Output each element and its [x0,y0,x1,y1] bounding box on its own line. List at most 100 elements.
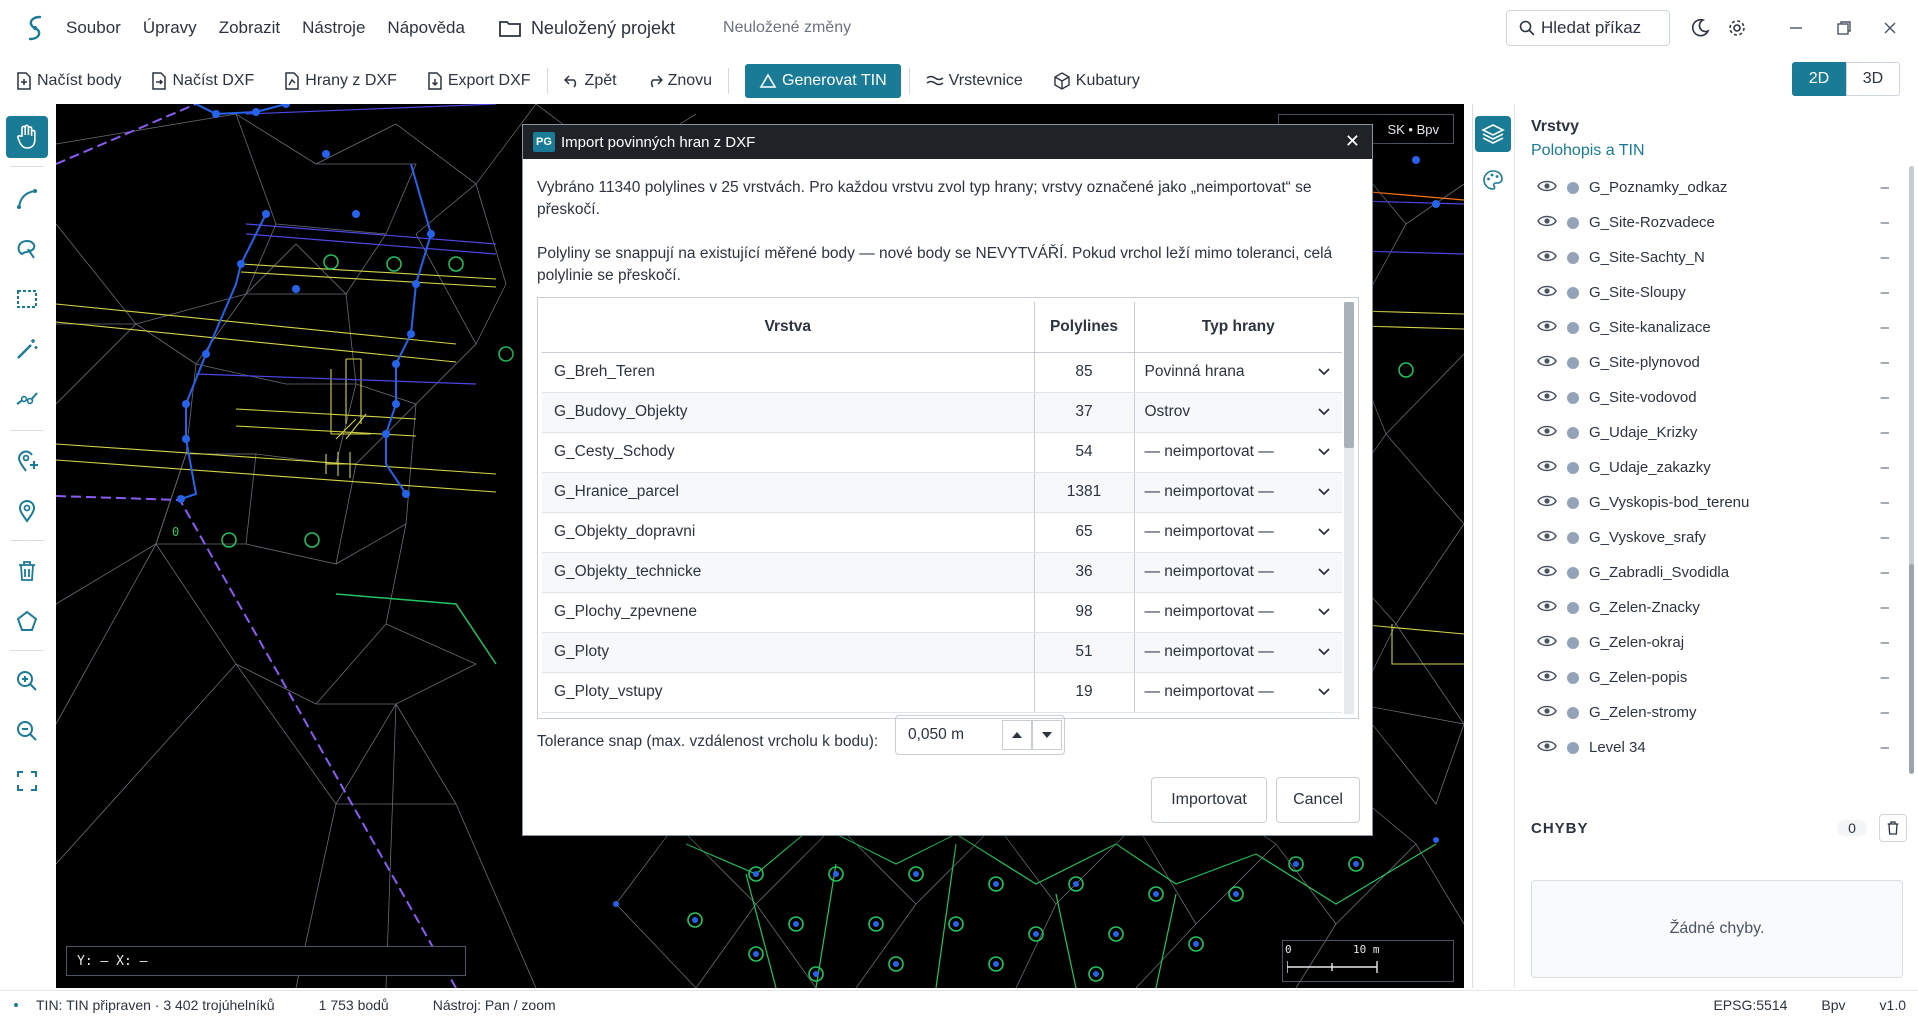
eye-visibility-icon[interactable] [1537,459,1559,477]
zoom-in-icon[interactable] [6,660,48,702]
maximize-icon[interactable] [1832,16,1856,40]
settings-gear-icon[interactable] [1725,16,1749,40]
menu-nastroje[interactable]: Nástroje [302,18,365,38]
view-3d-button[interactable]: 3D [1846,62,1900,96]
layer-item[interactable]: G_Site-kanalizace – [1537,310,1899,345]
layer-color-swatch[interactable] [1567,636,1579,649]
layer-collapse-dash[interactable]: – [1881,564,1889,581]
eye-visibility-icon[interactable] [1537,354,1559,372]
generate-tin-button[interactable]: Generovat TIN [745,64,901,98]
load-dxf-button[interactable]: Načíst DXF [151,64,254,98]
layer-collapse-dash[interactable]: – [1881,424,1889,441]
layer-item[interactable]: G_Site-Sachty_N – [1537,240,1899,275]
menu-napoveda[interactable]: Nápověda [387,18,465,38]
layer-color-swatch[interactable] [1567,671,1579,684]
layer-color-swatch[interactable] [1567,426,1579,439]
layer-color-swatch[interactable] [1567,216,1579,229]
layer-collapse-dash[interactable]: – [1881,669,1889,686]
eye-visibility-icon[interactable] [1537,389,1559,407]
layer-collapse-dash[interactable]: – [1881,214,1889,231]
eye-visibility-icon[interactable] [1537,564,1559,582]
layer-color-swatch[interactable] [1567,741,1579,754]
clear-errors-trash-icon[interactable] [1879,814,1907,842]
layer-collapse-dash[interactable]: – [1881,389,1889,406]
edges-from-dxf-button[interactable]: Hrany z DXF [284,64,397,98]
eye-visibility-icon[interactable] [1537,319,1559,337]
layer-color-swatch[interactable] [1567,706,1579,719]
contours-button[interactable]: Vrstevnice [926,64,1023,98]
layer-collapse-dash[interactable]: – [1881,739,1889,756]
export-dxf-button[interactable]: Export DXF [427,64,531,98]
eye-visibility-icon[interactable] [1537,704,1559,722]
redo-button[interactable]: Znovu [647,64,712,98]
layer-scrollbar-thumb[interactable] [1909,564,1914,774]
eye-visibility-icon[interactable] [1537,739,1559,757]
eye-visibility-icon[interactable] [1537,214,1559,232]
layer-collapse-dash[interactable]: – [1881,634,1889,651]
layers-icon[interactable] [1475,116,1511,152]
layer-collapse-dash[interactable]: – [1881,249,1889,266]
point-marker-icon[interactable] [6,490,48,532]
magic-wand-icon[interactable] [6,328,48,370]
layer-item[interactable]: G_Poznamky_odkaz – [1537,170,1899,205]
close-window-icon[interactable] [1878,16,1902,40]
layer-color-swatch[interactable] [1567,391,1579,404]
fit-extent-icon[interactable] [6,760,48,802]
layer-color-swatch[interactable] [1567,461,1579,474]
layer-item[interactable]: G_Site-Rozvadece – [1537,205,1899,240]
add-point-icon[interactable] [6,440,48,482]
dark-mode-icon[interactable] [1688,16,1712,40]
eye-visibility-icon[interactable] [1537,634,1559,652]
edge-type-select[interactable]: Ostrov [1134,392,1342,433]
eye-visibility-icon[interactable] [1537,529,1559,547]
eye-visibility-icon[interactable] [1537,284,1559,302]
layer-color-swatch[interactable] [1567,496,1579,509]
eye-visibility-icon[interactable] [1537,179,1559,197]
edge-type-select[interactable]: Povinná hrana [1134,352,1342,393]
spin-up-icon[interactable] [1002,720,1032,750]
menu-upravy[interactable]: Úpravy [143,18,197,38]
rectangle-select-icon[interactable] [6,278,48,320]
layer-collapse-dash[interactable]: – [1881,179,1889,196]
layer-color-swatch[interactable] [1567,601,1579,614]
layer-color-swatch[interactable] [1567,286,1579,299]
palette-icon[interactable] [1475,162,1511,198]
edge-type-select[interactable]: — neimportovat — [1134,552,1342,593]
layer-collapse-dash[interactable]: – [1881,319,1889,336]
polyline-draw-icon[interactable] [6,178,48,220]
edge-type-select[interactable]: — neimportovat — [1134,432,1342,473]
view-2d-button[interactable]: 2D [1792,62,1846,96]
spin-down-icon[interactable] [1032,720,1062,750]
layer-scrollbar-track[interactable] [1909,166,1914,574]
import-button[interactable]: Importovat [1151,777,1267,823]
layer-color-swatch[interactable] [1567,321,1579,334]
layer-color-swatch[interactable] [1567,181,1579,194]
cancel-button[interactable]: Cancel [1276,777,1360,823]
volumes-button[interactable]: Kubatury [1053,64,1140,98]
layer-collapse-dash[interactable]: – [1881,459,1889,476]
edge-type-select[interactable]: — neimportovat — [1134,672,1342,713]
layer-item[interactable]: G_Zabradli_Svodidla – [1537,555,1899,590]
layer-item[interactable]: G_Site-Sloupy – [1537,275,1899,310]
menu-soubor[interactable]: Soubor [66,18,121,38]
dialog-titlebar[interactable]: PG Import povinných hran z DXF ✕ [523,125,1372,159]
layer-color-swatch[interactable] [1567,566,1579,579]
edge-type-select[interactable]: — neimportovat — [1134,512,1342,553]
undo-button[interactable]: Zpět [563,64,617,98]
layer-item[interactable]: G_Zelen-popis – [1537,660,1899,695]
layer-item[interactable]: G_Udaje_Krizky – [1537,415,1899,450]
layer-item[interactable]: G_Site-plynovod – [1537,345,1899,380]
layer-item[interactable]: G_Vyskove_srafy – [1537,520,1899,555]
eye-visibility-icon[interactable] [1537,424,1559,442]
layer-color-swatch[interactable] [1567,531,1579,544]
edge-type-select[interactable]: — neimportovat — [1134,592,1342,633]
edge-connect-icon[interactable] [6,378,48,420]
command-search[interactable]: Hledat příkaz [1506,10,1670,46]
zoom-out-icon[interactable] [6,710,48,752]
layer-color-swatch[interactable] [1567,356,1579,369]
layer-item[interactable]: Level 34 – [1537,730,1899,765]
dialog-close-icon[interactable]: ✕ [1345,131,1360,152]
layer-collapse-dash[interactable]: – [1881,284,1889,301]
eye-visibility-icon[interactable] [1537,669,1559,687]
layer-item[interactable]: G_Zelen-Znacky – [1537,590,1899,625]
